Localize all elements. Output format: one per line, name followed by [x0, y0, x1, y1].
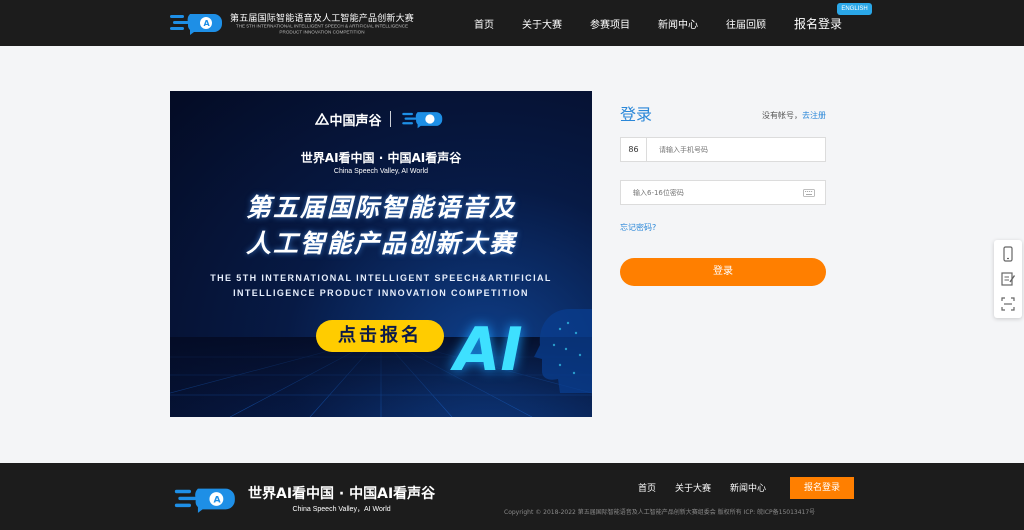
banner-title-line-1: 第五届国际智能语音及 [245, 193, 516, 222]
banner-title-en: THE 5TH INTERNATIONAL INTELLIGENT SPEECH… [170, 271, 592, 301]
speech-bubble-logo-icon [401, 112, 442, 129]
footer-slogan-en: China Speech Valley，AI World [292, 506, 391, 513]
phone-input[interactable] [659, 138, 809, 161]
top-navbar: A 第五届国际智能语音及人工智能产品创新大赛 THE 5TH INTERNATI… [0, 0, 1024, 46]
logo-title-en-2: PRODUCT INNOVATION COMPETITION [279, 29, 365, 36]
banner-title-en-line-2: INTELLIGENCE PRODUCT INNOVATION COMPETIT… [233, 288, 529, 298]
banner-slogan-cn: 世界AI看中国 · 中国AI看声谷 [300, 151, 462, 165]
nav-past-review[interactable]: 往届回顾 [726, 16, 766, 31]
login-submit-button[interactable]: 登录 [620, 258, 826, 286]
footer-nav-home[interactable]: 首页 [638, 481, 656, 494]
footer-nav-news[interactable]: 新闻中心 [730, 481, 766, 494]
speech-bubble-logo-icon: A [170, 14, 222, 35]
register-now-button[interactable]: 点击报名 [316, 320, 444, 352]
keyboard-icon[interactable] [803, 189, 815, 197]
logo-title-en-1: THE 5TH INTERNATIONAL INTELLIGENT SPEECH… [235, 23, 409, 30]
banner-title-line-2: 人工智能产品创新大赛 [245, 229, 516, 258]
banner-ai-graphic: AI [454, 315, 523, 385]
svg-text:A: A [204, 19, 211, 28]
ai-head-silhouette-icon [534, 309, 592, 393]
footer-register-button[interactable]: 报名登录 [790, 477, 854, 499]
nav-home[interactable]: 首页 [474, 16, 494, 31]
banner-title-en-line-1: THE 5TH INTERNATIONAL INTELLIGENT SPEECH… [210, 273, 552, 283]
footer-nav-about[interactable]: 关于大赛 [675, 481, 711, 494]
speech-valley-logo-icon [315, 113, 330, 125]
main-nav: 首页 关于大赛 参赛项目 新闻中心 往届回顾 报名登录 [474, 0, 842, 46]
no-account-text: 没有帐号， [762, 111, 802, 120]
mobile-icon[interactable] [1000, 246, 1016, 262]
login-title: 登录 [620, 105, 653, 124]
country-code-selector[interactable]: 86 [621, 138, 647, 161]
password-input[interactable] [633, 181, 793, 204]
banner-brand: 中国声谷 [170, 109, 592, 129]
floating-side-toolbar [994, 240, 1022, 318]
go-register-link[interactable]: 去注册 [802, 111, 826, 120]
footer-slogan-cn: 世界AI看中国 · 中国AI看声谷 [248, 486, 436, 502]
nav-projects[interactable]: 参赛项目 [590, 16, 630, 31]
edit-form-icon[interactable] [1000, 271, 1016, 287]
logo-text: 第五届国际智能语音及人工智能产品创新大赛 THE 5TH INTERNATION… [230, 11, 430, 36]
competition-banner[interactable]: 中国声谷 世界AI看中国 · 中国AI看声谷 China Speech Vall… [170, 91, 592, 417]
nav-news[interactable]: 新闻中心 [658, 16, 698, 31]
speech-bubble-logo-icon: A [174, 488, 235, 513]
banner-title: 第五届国际智能语音及 人工智能产品创新大赛 [170, 190, 592, 262]
english-language-button[interactable]: ENGLISH [837, 3, 872, 15]
copyright-text: Copyright © 2018-2022 第五届国际智能语音及人工智能产品创新… [504, 509, 816, 516]
footer-nav: 首页 关于大赛 新闻中心 [638, 481, 785, 494]
password-field [620, 180, 826, 205]
site-logo[interactable]: A 第五届国际智能语音及人工智能产品创新大赛 THE 5TH INTERNATI… [170, 8, 430, 38]
scan-icon[interactable] [1000, 296, 1016, 312]
brand-separator [389, 111, 391, 127]
nav-about[interactable]: 关于大赛 [522, 16, 562, 31]
banner-slogan-en: China Speech Valley, AI World [333, 168, 429, 175]
svg-text:A: A [214, 494, 222, 505]
logo-title-cn: 第五届国际智能语音及人工智能产品创新大赛 [230, 13, 415, 24]
phone-field: 86 [620, 137, 826, 162]
register-prompt: 没有帐号，去注册 [762, 110, 826, 121]
footer-logo[interactable]: A 世界AI看中国 · 中国AI看声谷 China Speech Valley，… [170, 483, 435, 514]
forgot-password-link[interactable]: 忘记密码? [620, 222, 656, 233]
footer-slogan: 世界AI看中国 · 中国AI看声谷 China Speech Valley，AI… [248, 483, 435, 514]
site-footer: A 世界AI看中国 · 中国AI看声谷 China Speech Valley，… [0, 463, 1024, 530]
banner-brand-name: 中国声谷 [329, 113, 382, 129]
nav-login-register[interactable]: 报名登录 [794, 15, 842, 32]
